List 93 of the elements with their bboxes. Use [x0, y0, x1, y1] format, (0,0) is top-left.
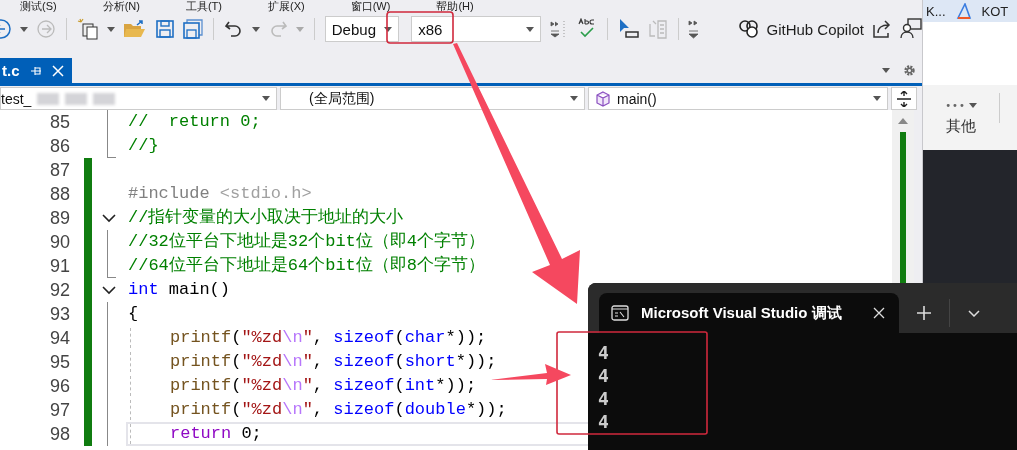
- indent-guide: [130, 400, 132, 420]
- code-line: // return 0;: [128, 112, 261, 132]
- line-number: 95: [48, 351, 70, 374]
- document-tab[interactable]: t.c: [0, 58, 72, 83]
- console-output-line: 4: [598, 410, 609, 433]
- blurred-text: [93, 92, 116, 105]
- console-output-line: 4: [598, 387, 609, 410]
- triangle-icon[interactable]: [955, 3, 972, 19]
- code-line: #include <stdio.h>: [128, 184, 312, 204]
- line-number: 93: [48, 303, 70, 326]
- console-output-line: 4: [598, 341, 609, 364]
- console-output-line: 4: [598, 364, 609, 387]
- code-line: printf("%zd\n", sizeof(char*));: [170, 328, 487, 348]
- line-number: 97: [48, 399, 70, 422]
- line-number: 92: [48, 279, 70, 302]
- line-number: 88: [48, 183, 70, 206]
- code-line: //64位平台下地址是64个bit位（即8个字节）: [128, 256, 486, 276]
- line-number: 89: [48, 207, 70, 230]
- code-line: //32位平台下地址是32个bit位（即4个字节）: [128, 232, 486, 252]
- indent-guide: [130, 424, 132, 444]
- menu-item[interactable]: 帮助(H): [436, 0, 474, 12]
- scope-dropdown[interactable]: (全局范围): [280, 87, 585, 110]
- caret-icon[interactable]: [525, 26, 534, 32]
- copilot-icon: [738, 19, 761, 39]
- indent-guide: [130, 376, 132, 396]
- indent-guide: [130, 352, 132, 372]
- feedback-icon[interactable]: [900, 18, 923, 40]
- open-folder-icon[interactable]: [122, 19, 147, 39]
- code-line: printf("%zd\n", sizeof(double*));: [170, 400, 507, 420]
- line-number: 96: [48, 375, 70, 398]
- more-button[interactable]: •••: [945, 99, 977, 111]
- split-button[interactable]: [891, 87, 917, 110]
- line-number: 87: [48, 159, 70, 182]
- line-number: 98: [48, 423, 70, 446]
- collapse-chevron-icon[interactable]: [102, 213, 116, 223]
- caret-icon[interactable]: [20, 26, 28, 32]
- menu-item[interactable]: 测试(S): [20, 0, 57, 12]
- settings-icon[interactable]: [903, 64, 916, 77]
- caret-icon[interactable]: [384, 26, 393, 32]
- caret-icon[interactable]: [570, 96, 578, 101]
- code-line: //指针变量的大小取决于地址的大小: [128, 208, 404, 228]
- toolbar-overflow-icon[interactable]: [688, 18, 701, 40]
- group-label: 其他: [946, 116, 976, 136]
- browser-tab[interactable]: KOT: [981, 3, 1009, 19]
- pin-icon[interactable]: [29, 64, 42, 77]
- caret-icon[interactable]: [968, 102, 977, 108]
- undo-icon[interactable]: [223, 19, 244, 39]
- add-icon[interactable]: [917, 306, 931, 320]
- browser-tab[interactable]: K...: [926, 3, 946, 19]
- scroll-up-icon[interactable]: [898, 118, 908, 124]
- line-number: 91: [48, 255, 70, 278]
- menu-item[interactable]: 分析(N): [102, 0, 140, 12]
- collapse-chevron-icon[interactable]: [102, 285, 116, 295]
- share-icon[interactable]: [872, 19, 893, 39]
- code-line: {: [128, 304, 139, 324]
- split-icon: [897, 90, 911, 107]
- line-number: 85: [48, 111, 70, 134]
- save-all-icon[interactable]: [182, 19, 203, 39]
- platform-dropdown[interactable]: x86: [411, 16, 541, 42]
- console-icon: [611, 305, 629, 321]
- code-line: printf("%zd\n", sizeof(int*));: [170, 376, 477, 396]
- save-icon[interactable]: [154, 19, 175, 39]
- project-dropdown[interactable]: test_: [0, 87, 277, 110]
- blurred-text: [65, 92, 88, 105]
- member-dropdown[interactable]: main(): [588, 87, 888, 110]
- terminal-tab[interactable]: Microsoft Visual Studio 调试: [599, 293, 899, 333]
- cube-icon: [595, 90, 611, 107]
- code-line: return 0;: [170, 424, 262, 444]
- caret-icon[interactable]: [873, 96, 881, 101]
- chevron-down-icon[interactable]: [968, 309, 980, 317]
- new-project-icon[interactable]: [76, 18, 99, 40]
- highlight-box: [386, 11, 454, 44]
- close-icon[interactable]: [873, 307, 885, 319]
- code-line: printf("%zd\n", sizeof(short*));: [170, 352, 497, 372]
- line-number: 86: [48, 135, 70, 158]
- code-line: int main(): [128, 280, 231, 300]
- line-number: 90: [48, 231, 70, 254]
- caret-icon[interactable]: [106, 26, 115, 32]
- menu-item[interactable]: 工具(T): [185, 0, 222, 12]
- caret-icon[interactable]: [262, 96, 270, 101]
- configuration-dropdown[interactable]: Debug: [324, 16, 400, 42]
- blurred-text: [37, 92, 60, 105]
- caret-icon[interactable]: [251, 26, 260, 32]
- spell-check-icon[interactable]: [576, 18, 597, 40]
- copilot-button[interactable]: GitHub Copilot: [738, 19, 865, 39]
- caret-icon[interactable]: [881, 68, 891, 73]
- line-number: 94: [48, 327, 70, 350]
- menu-item[interactable]: 窗口(W): [350, 0, 391, 12]
- cursor-icon[interactable]: [617, 18, 640, 40]
- indent-guide: [130, 328, 132, 348]
- menu-item[interactable]: 扩展(X): [268, 0, 305, 12]
- back-icon[interactable]: [0, 18, 12, 40]
- code-line: //}: [128, 136, 159, 156]
